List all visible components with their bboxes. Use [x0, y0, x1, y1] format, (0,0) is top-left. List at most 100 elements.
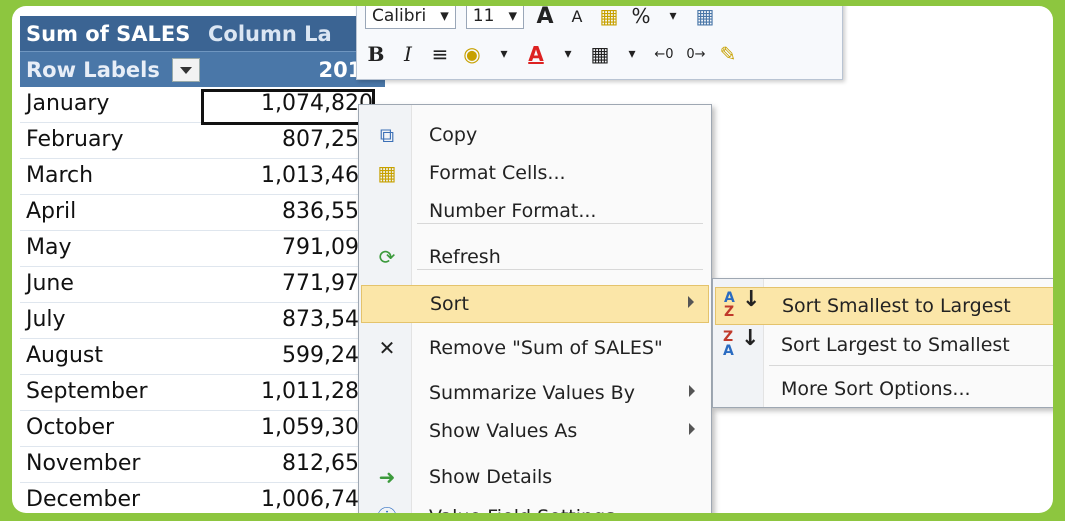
menu-item-label: Value Field Settings...: [429, 506, 633, 513]
sort-ascending-icon: A Z ↓: [724, 287, 761, 320]
menu-item-label: Copy: [429, 124, 478, 146]
table-row[interactable]: March 1,013,466: [20, 159, 385, 195]
context-menu: ⧉ Copy ▦ Format Cells... Number Format... ⟳ Re…: [358, 104, 712, 513]
month-label[interactable]: March: [26, 163, 93, 188]
menu-item-value-field-settings[interactable]: ⓘ Value Field Settings...: [361, 499, 709, 513]
menu-item-format-cells[interactable]: ▦ Format Cells...: [361, 155, 709, 191]
month-label[interactable]: October: [26, 415, 114, 440]
font-name-box[interactable]: Calibri ▾: [365, 6, 456, 29]
submenu-arrow-icon: [688, 296, 694, 308]
month-label[interactable]: August: [26, 343, 103, 368]
submenu-arrow-icon: [689, 385, 695, 397]
month-label[interactable]: September: [26, 379, 148, 404]
shrink-font-button[interactable]: A: [566, 7, 588, 26]
refresh-icon: ⟳: [378, 245, 396, 269]
menu-item-sort[interactable]: Sort: [361, 285, 709, 323]
menu-item-copy[interactable]: ⧉ Copy: [361, 117, 709, 153]
table-row[interactable]: June 771,976: [20, 267, 385, 303]
menu-item-label: Remove "Sum of SALES": [429, 337, 663, 359]
submenu-item-label: More Sort Options...: [781, 378, 971, 400]
font-size: 11: [472, 6, 495, 26]
submenu-item-label: Sort Largest to Smallest: [781, 334, 1010, 356]
menu-item-show-details[interactable]: ➜ Show Details: [361, 459, 709, 495]
chevron-down-icon: ▾: [508, 6, 517, 26]
table-row[interactable]: December 1,006,745: [20, 483, 385, 513]
increase-decimal-icon[interactable]: ←0: [653, 47, 675, 62]
sales-value[interactable]: 1,013,466: [261, 163, 373, 188]
menu-item-label: Format Cells...: [429, 162, 566, 184]
menu-item-show-values-as[interactable]: Show Values As: [361, 413, 709, 449]
mini-toolbar: Calibri ▾ 11 ▾ A A ▦ % ▾ ▦ B I ≡ ◉ ▾ A ▾ ▦…: [356, 6, 843, 80]
percent-button[interactable]: %: [630, 6, 652, 28]
menu-separator: [417, 223, 703, 224]
month-label[interactable]: December: [26, 487, 140, 512]
chevron-down-icon[interactable]: ▾: [557, 46, 579, 62]
sales-value[interactable]: 1,059,308: [261, 415, 373, 440]
table-row[interactable]: February 807,257: [20, 123, 385, 159]
row-labels-dropdown[interactable]: [172, 58, 200, 82]
borders-icon[interactable]: ▦: [589, 42, 611, 66]
fill-color-icon[interactable]: ◉: [461, 42, 483, 66]
field-settings-icon: ⓘ: [375, 505, 399, 513]
format-painter-icon[interactable]: ✎: [717, 42, 739, 66]
month-label[interactable]: January: [26, 91, 109, 116]
submenu-item-sort-largest-to-smallest[interactable]: Z A ↓ Sort Largest to Smallest: [715, 327, 1053, 363]
pivot-table: Sum of SALES Column La ▼ Row Labels 2014…: [20, 16, 387, 513]
show-details-icon: ➜: [378, 465, 396, 489]
pivot-subheader-row: Row Labels 2014: [20, 51, 385, 87]
sort-descending-icon: Z A ↓: [723, 326, 760, 359]
month-label[interactable]: May: [26, 235, 71, 260]
chevron-down-icon[interactable]: ▾: [621, 46, 643, 62]
month-label[interactable]: July: [26, 307, 66, 332]
submenu-arrow-icon: [689, 423, 695, 435]
table-row[interactable]: January 1,074,820: [20, 87, 385, 125]
center-align-icon[interactable]: ≡: [429, 42, 451, 66]
menu-separator: [417, 269, 703, 270]
month-label[interactable]: November: [26, 451, 140, 476]
decrease-decimal-icon[interactable]: 0→: [685, 47, 707, 62]
menu-item-remove-sum-of-sales[interactable]: ✕ Remove "Sum of SALES": [361, 330, 709, 366]
month-label[interactable]: June: [26, 271, 74, 296]
copy-icon: ⧉: [379, 123, 395, 147]
chevron-down-icon[interactable]: ▾: [662, 8, 684, 24]
font-size-box[interactable]: 11 ▾: [465, 6, 524, 29]
font-color-icon[interactable]: A: [525, 42, 547, 66]
sales-value[interactable]: 1,074,820: [261, 91, 373, 116]
sales-value[interactable]: 1,011,288: [261, 379, 373, 404]
table-row[interactable]: November 812,659: [20, 447, 385, 483]
sort-submenu: A Z ↓ Sort Smallest to Largest Z A ↓ Sort Large…: [712, 278, 1053, 408]
pivot-header-row: Sum of SALES Column La ▼: [20, 16, 387, 51]
menu-item-label: Show Details: [429, 466, 553, 488]
table-row[interactable]: May 791,095: [20, 231, 385, 267]
grow-font-button[interactable]: A: [534, 6, 556, 29]
table-row[interactable]: September 1,011,288: [20, 375, 385, 411]
bold-button[interactable]: B: [365, 42, 387, 66]
table-row[interactable]: October 1,059,308: [20, 411, 385, 447]
table-row[interactable]: April 836,559: [20, 195, 385, 231]
menu-item-label: Number Format...: [429, 200, 597, 222]
month-label[interactable]: April: [26, 199, 76, 224]
menu-item-label: Refresh: [429, 246, 501, 268]
menu-item-summarize-values-by[interactable]: Summarize Values By: [361, 375, 709, 411]
month-label[interactable]: February: [26, 127, 124, 152]
row-labels-header: Row Labels: [26, 58, 160, 82]
submenu-item-sort-smallest-to-largest[interactable]: A Z ↓ Sort Smallest to Largest: [715, 287, 1053, 325]
chevron-down-icon: ▾: [440, 6, 449, 26]
menu-item-label: Sort: [430, 293, 469, 315]
table-row[interactable]: August 599,246: [20, 339, 385, 375]
menu-item-label: Summarize Values By: [429, 382, 635, 404]
table-row[interactable]: July 873,543: [20, 303, 385, 339]
format-cells-icon: ▦: [377, 161, 397, 185]
chevron-down-icon[interactable]: ▾: [493, 46, 515, 62]
sales-value[interactable]: 1,006,745: [261, 487, 373, 512]
submenu-item-more-sort-options[interactable]: More Sort Options...: [715, 371, 1053, 407]
accounting-format-icon[interactable]: ▦: [598, 6, 620, 28]
excel-window: Sum of SALES Column La ▼ Row Labels 2014…: [12, 6, 1053, 513]
font-name: Calibri: [372, 6, 427, 26]
submenu-item-label: Sort Smallest to Largest: [782, 295, 1011, 317]
menu-item-label: Show Values As: [429, 420, 578, 442]
sum-of-sales-header: Sum of SALES: [26, 22, 191, 46]
submenu-separator: [769, 365, 1053, 366]
format-table-icon[interactable]: ▦: [694, 6, 716, 28]
italic-button[interactable]: I: [397, 42, 419, 66]
